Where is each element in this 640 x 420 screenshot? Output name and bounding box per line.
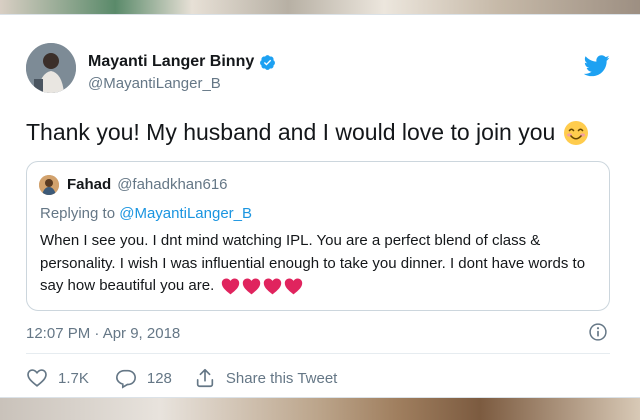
quoted-author-handle[interactable]: @fahadkhan616	[117, 176, 227, 193]
heart-emoji-group	[221, 277, 303, 295]
replying-to-handle-link[interactable]: @MayantiLanger_B	[119, 205, 252, 222]
tweet-timestamp[interactable]: 12:07 PM · Apr 9, 2018	[26, 325, 180, 342]
red-heart-icon	[285, 278, 303, 295]
reply-count: 128	[146, 369, 172, 387]
smiling-face-icon	[564, 120, 589, 145]
replying-to-label: Replying to	[40, 205, 116, 222]
share-label: Share this Tweet	[225, 369, 338, 387]
tweet-actions-bar: 1.7K 128 Share this Tweet	[26, 367, 337, 389]
like-count: 1.7K	[58, 369, 89, 387]
red-heart-icon	[222, 278, 240, 295]
red-heart-icon	[243, 278, 261, 295]
quoted-tweet-text: When I see you. I dnt mind watching IPL.…	[40, 232, 586, 294]
quoted-author-avatar[interactable]	[39, 175, 59, 195]
tweet-text-container: Thank you! My husband and I would love t…	[26, 119, 589, 146]
share-icon	[196, 368, 214, 388]
info-icon[interactable]	[588, 322, 608, 342]
replying-to-line: Replying to @MayantiLanger_B	[40, 205, 252, 222]
share-tweet-button[interactable]: Share this Tweet	[194, 367, 337, 389]
divider	[26, 353, 610, 354]
verified-badge-icon	[260, 54, 276, 70]
red-heart-icon	[264, 278, 282, 295]
heart-outline-icon	[27, 369, 47, 387]
speech-bubble-icon	[115, 369, 136, 389]
quoted-tweet-card[interactable]: Fahad @fahadkhan616 Replying to @Mayanti…	[26, 161, 610, 311]
reply-button[interactable]: 128	[115, 367, 172, 389]
like-button[interactable]: 1.7K	[26, 367, 89, 389]
author-display-name[interactable]: Mayanti Langer Binny	[88, 53, 254, 71]
embedded-tweet-card: Mayanti Langer Binny @MayantiLanger_B Th…	[0, 14, 640, 398]
twitter-bird-icon[interactable]	[584, 55, 610, 77]
author-handle[interactable]: @MayantiLanger_B	[88, 75, 221, 92]
author-avatar[interactable]	[26, 43, 76, 93]
tweet-text: Thank you! My husband and I would love t…	[26, 119, 556, 145]
background-photo-bottom	[0, 398, 640, 420]
quoted-tweet-text-container: When I see you. I dnt mind watching IPL.…	[40, 230, 600, 298]
quoted-author-display-name[interactable]: Fahad	[67, 176, 111, 193]
